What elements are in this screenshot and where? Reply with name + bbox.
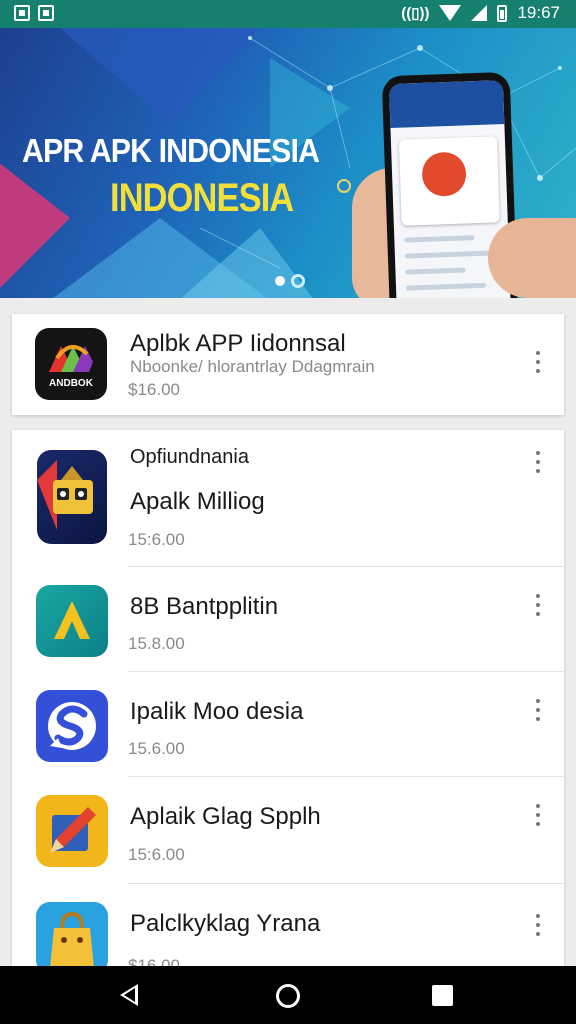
- andbok-app-icon: ANDBOK: [35, 328, 107, 400]
- status-time: 19:67: [517, 3, 560, 22]
- promo-banner[interactable]: APR APK INDONESIA INDONESIA: [0, 28, 576, 298]
- app-name: 8B Bantpplitin: [130, 593, 279, 620]
- carousel-dot-active[interactable]: [291, 274, 305, 288]
- yellow-chevron-icon: [36, 585, 108, 657]
- more-options-icon[interactable]: [532, 699, 544, 721]
- app-list-card: Opfiundnania Apalk Milliog 15:6.00 8B Ba…: [12, 430, 564, 990]
- more-options-icon[interactable]: [532, 914, 544, 936]
- more-options-icon[interactable]: [532, 351, 544, 373]
- featured-app-subtitle: Nboonke/ hlorantrlay Ddagmrain: [130, 357, 375, 376]
- battery-icon: [497, 4, 508, 22]
- app-name: Aplaik Glag Spplh: [130, 803, 321, 830]
- navigation-bar: [0, 966, 576, 1024]
- app-price: 15.6.00: [128, 739, 185, 758]
- list-category: Opfiundnania: [130, 446, 249, 468]
- more-options-icon[interactable]: [532, 594, 544, 616]
- owl-shield-icon: [37, 450, 107, 544]
- chat-s-icon: [36, 690, 108, 762]
- recents-icon[interactable]: [432, 985, 453, 1006]
- list-item[interactable]: Opfiundnania Apalk Milliog 15:6.00: [12, 430, 564, 566]
- app-name: Ipalik Moo desia: [130, 698, 304, 725]
- gallery-notification-icon: [38, 5, 54, 21]
- wifi-icon: [439, 5, 462, 21]
- banner-title: APR APK INDONESIA: [22, 132, 320, 169]
- image-notification-icon: [14, 5, 30, 21]
- signal-icon: [471, 5, 488, 21]
- featured-app-card[interactable]: ANDBOK Aplbk APP Iidonnsal Nboonke/ hlor…: [12, 314, 564, 415]
- app-price: 15:6.00: [128, 845, 185, 864]
- app-name: Palclkyklag Yrana: [130, 910, 321, 937]
- status-bar: ((▯)) 19:67: [0, 0, 576, 28]
- list-item[interactable]: Ipalik Moo desia 15.6.00: [12, 672, 564, 776]
- app-price: 15:6.00: [128, 530, 185, 549]
- app-name: Apalk Milliog: [130, 488, 265, 515]
- pencil-box-icon: [36, 795, 108, 867]
- back-icon[interactable]: [120, 984, 138, 1006]
- banner-subtitle: INDONESIA: [110, 176, 294, 220]
- carousel-dot[interactable]: [275, 276, 285, 286]
- carousel-indicator[interactable]: [275, 274, 305, 288]
- vibrate-icon: ((▯)): [401, 5, 430, 22]
- featured-app-price: $16.00: [128, 380, 180, 399]
- list-item[interactable]: 8B Bantpplitin 15.8.00: [12, 567, 564, 671]
- featured-app-name: Aplbk APP Iidonnsal: [130, 330, 346, 357]
- shopping-bag-icon: [36, 902, 108, 974]
- app-price: 15.8.00: [128, 634, 185, 653]
- home-icon[interactable]: [276, 984, 300, 1008]
- list-item[interactable]: Aplaik Glag Spplh 15:6.00: [12, 777, 564, 883]
- more-options-icon[interactable]: [532, 804, 544, 826]
- more-options-icon[interactable]: [532, 451, 544, 473]
